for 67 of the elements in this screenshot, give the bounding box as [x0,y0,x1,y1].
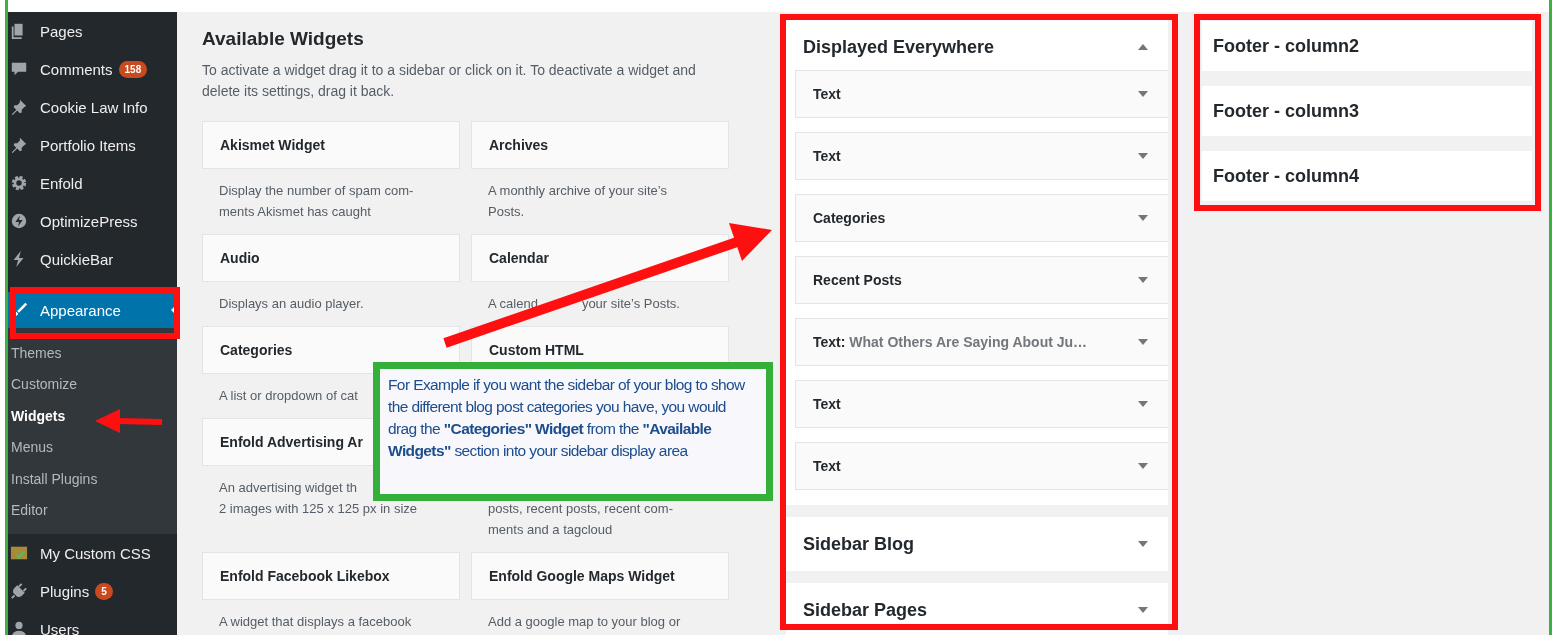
widget-row[interactable]: Text [795,380,1168,428]
widget-card[interactable]: Categories [202,326,460,374]
widget-row[interactable]: Text [795,442,1168,490]
widget-description: posts, recent posts, recent com- ments and a tagcloud [487,500,674,539]
callout-tooltip: For Example if you want the sidebar of your blog to show the different blog post categories you have, you would drag the "Categories" Widget from the "Available Widgets" section into your sidebar display area [373,362,773,501]
widget-description: A list or dropdown of cat [218,387,359,405]
submenu-item[interactable]: Themes [8,337,177,369]
pointer-arrow [95,409,163,433]
widget-description: Add a google map to your blog or [487,613,682,631]
menu-item[interactable]: Comments 158 [8,50,177,88]
menu-item[interactable]: Portfolio Items [8,126,177,164]
expand-arrow-icon[interactable] [1138,153,1148,159]
submenu-item[interactable]: Widgets [8,400,177,432]
footer-area-title[interactable]: Footer - column3 [1202,86,1532,136]
widget-card[interactable]: Archives [471,121,729,169]
count-badge: 5 [95,582,113,600]
widget-card[interactable]: Audio [202,234,460,282]
widget-description: A monthly archive of your site’s Posts. [487,182,668,221]
pin-icon [10,136,28,154]
expand-arrow-icon[interactable] [1138,91,1148,97]
footer-area-title[interactable]: Footer - column4 [1202,151,1532,201]
plug-icon [10,582,28,600]
menu-item[interactable]: OptimizePress [8,202,177,240]
user-icon [10,620,28,635]
widget-row[interactable]: Text [795,132,1168,180]
submenu-item[interactable]: Install Plugins [8,463,177,495]
widget-card[interactable]: Enfold Facebook Likebox [202,552,460,600]
submenu-item[interactable]: Menus [8,431,177,463]
menu-item[interactable]: Users [8,610,177,635]
expand-arrow-icon[interactable] [1138,339,1148,345]
expand-arrow-icon[interactable] [1138,541,1148,547]
expand-arrow-icon[interactable] [1138,607,1148,613]
widget-row[interactable]: Text: What Others Are Saying About Ju… [795,318,1168,366]
count-badge: 158 [118,60,148,78]
expand-arrow-icon[interactable] [1138,463,1148,469]
menu-item[interactable]: Enfold [8,164,177,202]
css-icon [10,544,28,562]
widget-description: your site’s Posts. [581,296,680,311]
widget-description: Displays an audio player. [218,295,365,313]
widget-row[interactable]: Recent Posts [795,256,1168,304]
sidebar-title[interactable]: Sidebar Blog [803,533,914,555]
widget-row[interactable]: Text [795,70,1168,118]
instructions-text: To activate a widget drag it to a sidebar or click on it. To deactivate a widget and delete its settings, drag it back. [202,61,697,101]
expand-arrow-icon[interactable] [1138,215,1148,221]
widget-description: A calend [488,296,538,311]
submenu-item[interactable]: Customize [8,368,177,400]
menu-item[interactable]: Pages [8,12,177,50]
sidebar-title[interactable]: Displayed Everywhere [803,36,995,58]
expand-arrow-icon[interactable] [1138,401,1148,407]
widget-card[interactable]: Akismet Widget [202,121,460,169]
widget-description: Display the number of spam com- ments Akismet has caught [218,182,415,221]
collapse-arrow-icon[interactable] [1138,44,1148,50]
footer-area-title[interactable]: Footer - column2 [1202,21,1532,71]
widget-row[interactable]: Categories [795,194,1168,242]
menu-item[interactable]: My Custom CSS [8,534,177,572]
menu-item[interactable]: QuickieBar [8,240,177,278]
gear-icon [10,174,28,192]
sidebar-title[interactable]: Sidebar Pages [803,599,928,621]
menu-item[interactable]: Cookie Law Info [8,88,177,126]
submenu-item[interactable]: Editor [8,494,177,526]
expand-arrow-icon[interactable] [1138,277,1148,283]
section-title: Available Widgets [202,27,365,51]
menu-item[interactable]: Plugins 5 [8,572,177,610]
pin-icon [10,98,28,116]
widget-description: A widget that displays a facebook [218,613,413,631]
widget-card[interactable]: Calendar [471,234,729,282]
widget-card[interactable]: Enfold Google Maps Widget [471,552,729,600]
